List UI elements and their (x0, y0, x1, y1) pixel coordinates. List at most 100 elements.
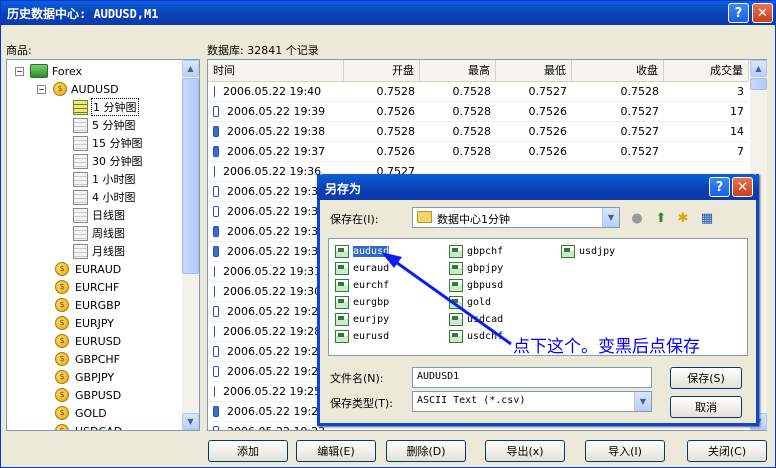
tree-item-symbol[interactable]: $ GBPUSD (55, 386, 121, 404)
annotation-text: 点下这个。变黑后点保存 (513, 337, 700, 357)
tree-item-symbol[interactable]: $ EURUSD (55, 332, 121, 350)
tree-item-period[interactable]: 1 小时图 (73, 170, 136, 188)
table-cell: 0.7527 (620, 145, 660, 158)
scroll-up-icon[interactable]: ▲ (182, 60, 199, 77)
back-icon[interactable]: ● (628, 210, 646, 228)
close-button[interactable]: 关闭(C) (687, 440, 767, 462)
file-item[interactable]: usdchf (449, 328, 503, 344)
candle-icon (213, 326, 215, 337)
new-folder-icon[interactable]: ✱ (674, 210, 692, 228)
candle-icon (213, 406, 219, 417)
dialog-close-icon[interactable]: ✕ (732, 177, 753, 197)
tree-item-symbol[interactable]: $ GBPCHF (55, 350, 120, 368)
table-cell: 0.7527 (620, 125, 660, 138)
candle-icon (213, 126, 219, 137)
table-cell: 0.7528 (452, 105, 492, 118)
scroll-thumb[interactable] (182, 78, 199, 274)
save-button[interactable]: 保存(S) (670, 367, 742, 389)
column-header[interactable]: 收盘 (572, 60, 664, 82)
tree-item-symbol[interactable]: $ EURJPY (55, 314, 114, 332)
file-item[interactable]: gold (449, 294, 491, 310)
column-header[interactable]: 最低 (496, 60, 572, 82)
table-row[interactable]: 2006.05.22 19:40 0.7528 0.7528 0.7527 0.7528… (208, 82, 749, 102)
tree-item-symbol[interactable]: $ GOLD (55, 404, 107, 422)
tree-item-period[interactable]: 15 分钟图 (73, 134, 143, 152)
tree-item-symbol[interactable]: $ EURAUD (55, 260, 121, 278)
help-button[interactable]: ? (728, 3, 749, 23)
tree-item-symbol[interactable]: $ USDCAD (55, 422, 122, 430)
table-cell: 14 (730, 125, 744, 138)
folder-icon (417, 211, 432, 223)
candle-icon (213, 286, 215, 297)
file-item[interactable]: usdjpy (561, 243, 615, 259)
file-name: gold (467, 296, 492, 308)
file-item[interactable]: eurjpy (335, 311, 389, 327)
chart-icon (73, 243, 88, 259)
file-item[interactable]: eurgbp (335, 294, 389, 310)
history-center-window: 历史数据中心: AUDUSD,M1 ? ✕ 商品: 数据库: 32841 个记录… (0, 0, 776, 468)
column-header[interactable]: 成交量 (664, 60, 749, 82)
tree-item-period[interactable]: 30 分钟图 (73, 152, 143, 170)
tree-item-period[interactable]: 周线图 (73, 224, 125, 242)
chevron-down-icon[interactable]: ▼ (602, 208, 619, 227)
import-button[interactable]: 导入(I) (585, 440, 665, 462)
cancel-button[interactable]: 取消 (670, 396, 742, 418)
delete-button[interactable]: 删除(D) (386, 440, 466, 462)
tree-item-symbol[interactable]: $ EURCHF (55, 278, 119, 296)
tree-label: 周线图 (92, 227, 125, 240)
chevron-down-icon[interactable]: ▼ (634, 392, 651, 411)
file-item[interactable]: gbpchf (449, 243, 503, 259)
table-row[interactable]: 2006.05.22 19:38 0.7528 0.7528 0.7526 0.7527… (208, 122, 749, 142)
tree-item-period[interactable]: 月线图 (73, 242, 125, 260)
chart-icon (73, 207, 88, 223)
up-folder-icon[interactable]: ⬆ (652, 210, 670, 228)
filetype-select[interactable]: ASCII Text (*.csv) ▼ (412, 391, 652, 412)
filename-value: AUDUSD1 (417, 371, 460, 382)
file-item[interactable]: eurchf (335, 277, 389, 293)
table-cell: 0.7526 (376, 145, 416, 158)
excel-file-icon (561, 244, 575, 258)
symbol-tree[interactable]: − Forex − $ AUDUSD 1 分钟图 5 分钟图 15 分钟图 30 分钟… (6, 59, 200, 431)
excel-file-icon (335, 261, 349, 275)
file-item[interactable]: euraud (335, 260, 389, 276)
scroll-up-icon[interactable]: ▲ (750, 60, 767, 77)
tree-scrollbar[interactable]: ▲ ▼ (182, 60, 199, 430)
table-row[interactable]: 2006.05.22 19:37 0.7526 0.7528 0.7526 0.7527… (208, 142, 749, 162)
view-menu-icon[interactable]: ▦ (698, 210, 716, 228)
column-header[interactable]: 最高 (420, 60, 496, 82)
file-name: euraud (353, 262, 390, 274)
scroll-thumb[interactable] (750, 78, 767, 90)
tree-item-period[interactable]: 5 分钟图 (73, 116, 136, 134)
column-header[interactable]: 开盘 (344, 60, 420, 82)
tree-item-symbol[interactable]: $ GBPJPY (55, 368, 114, 386)
time-cell: 2006.05.22 19:31 (223, 265, 322, 278)
file-item[interactable]: audusd (335, 243, 390, 259)
tree-item-symbol[interactable]: $ EURGBP (55, 296, 120, 314)
collapse-icon[interactable]: − (37, 84, 46, 94)
filename-input[interactable]: AUDUSD1 (412, 367, 652, 388)
chart-icon (73, 189, 88, 205)
tree-item-audusd[interactable]: − $ AUDUSD (37, 80, 119, 98)
tree-label: 15 分钟图 (92, 137, 143, 150)
tree-item-forex[interactable]: − Forex (15, 62, 82, 80)
tree-item-period[interactable]: 日线图 (73, 206, 125, 224)
tree-item-period[interactable]: 1 分钟图 (73, 98, 139, 116)
excel-file-icon (449, 278, 463, 292)
file-item[interactable]: eurusd (335, 328, 389, 344)
file-item[interactable]: usdcad (449, 311, 503, 327)
export-button[interactable]: 导出(x) (485, 440, 565, 462)
table-row[interactable]: 2006.05.22 19:39 0.7526 0.7528 0.7526 0.7527… (208, 102, 749, 122)
add-button[interactable]: 添加 (208, 440, 288, 462)
column-header[interactable]: 时间 (208, 60, 344, 82)
file-item[interactable]: gbpusd (449, 277, 503, 293)
save-in-select[interactable]: 数据中心1分钟 ▼ (412, 207, 620, 228)
collapse-icon[interactable]: − (15, 66, 24, 76)
dialog-help-icon[interactable]: ? (709, 177, 730, 197)
edit-button[interactable]: 编辑(E) (296, 440, 376, 462)
scroll-down-icon[interactable]: ▼ (182, 413, 199, 430)
candle-icon (213, 86, 215, 97)
tree-item-period[interactable]: 4 小时图 (73, 188, 136, 206)
close-window-button[interactable]: ✕ (752, 3, 773, 23)
file-item[interactable]: gbpjpy (449, 260, 503, 276)
tree-label: GBPCHF (75, 352, 120, 366)
